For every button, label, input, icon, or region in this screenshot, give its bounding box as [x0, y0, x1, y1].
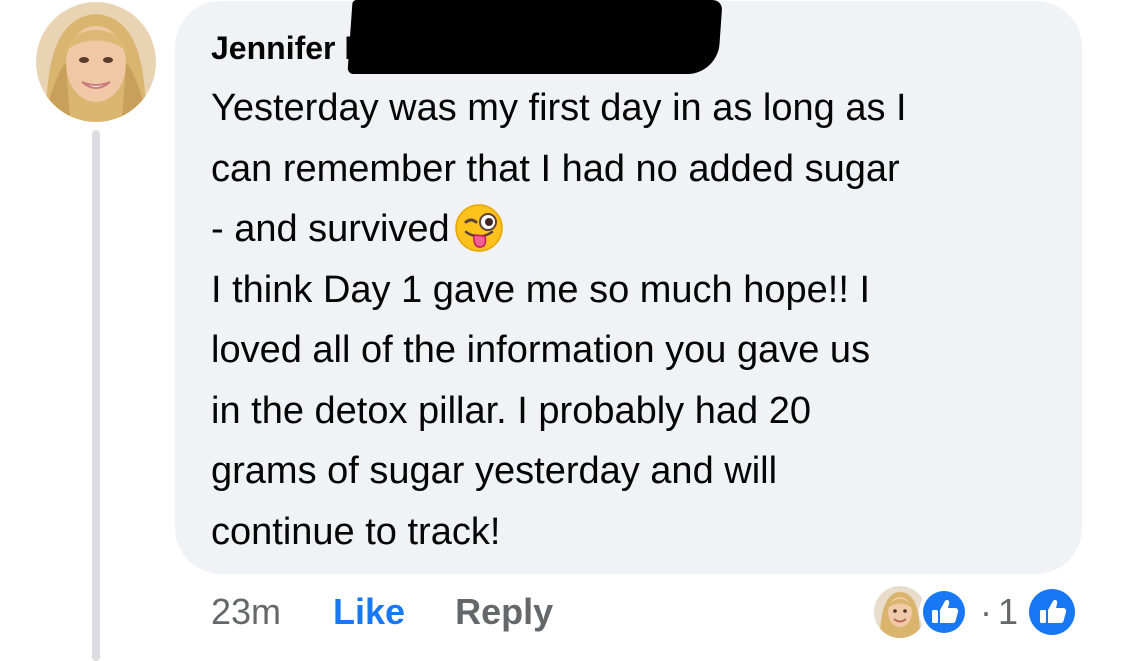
comment-line-with-emoji: - and survived: [211, 199, 1071, 260]
comment-author[interactable]: Jennifer I: [211, 26, 353, 70]
thumbs-up-icon[interactable]: [1028, 588, 1076, 636]
comment-body: Yesterday was my first day in as long as…: [211, 78, 1071, 562]
reply-button[interactable]: Reply: [455, 591, 553, 633]
comment-line: can remember that I had no added sugar: [211, 147, 900, 190]
comment-line-text: - and survived: [211, 208, 450, 250]
comment-line: Yesterday was my first day in as long as…: [211, 87, 907, 129]
commenter-avatar[interactable]: [36, 2, 156, 122]
thumbs-up-icon: [918, 586, 970, 638]
comment-line: in the detox pillar. I probably had 20: [211, 389, 811, 432]
comment-line: grams of sugar yesterday and will: [211, 450, 778, 492]
redaction-mark: [347, 0, 723, 74]
comment-line: I think Day 1 gave me so much hope!! I: [211, 268, 871, 311]
thread-line: [92, 130, 100, 661]
reaction-count[interactable]: 1: [998, 591, 1018, 633]
comment-thread: Jennifer I Yesterday was my first day in…: [0, 0, 1125, 661]
comment-actions: 23m Like Reply: [211, 588, 553, 636]
reaction-summary[interactable]: · 1: [874, 584, 1076, 640]
comment-line: continue to track!: [211, 510, 501, 553]
reaction-separator: ·: [980, 591, 992, 632]
winking-face-with-tongue-icon: [454, 203, 504, 253]
like-button[interactable]: Like: [333, 591, 405, 633]
comment-timestamp[interactable]: 23m: [211, 591, 281, 633]
avatar-image: [36, 2, 156, 122]
comment-line: loved all of the information you gave us: [211, 329, 871, 371]
